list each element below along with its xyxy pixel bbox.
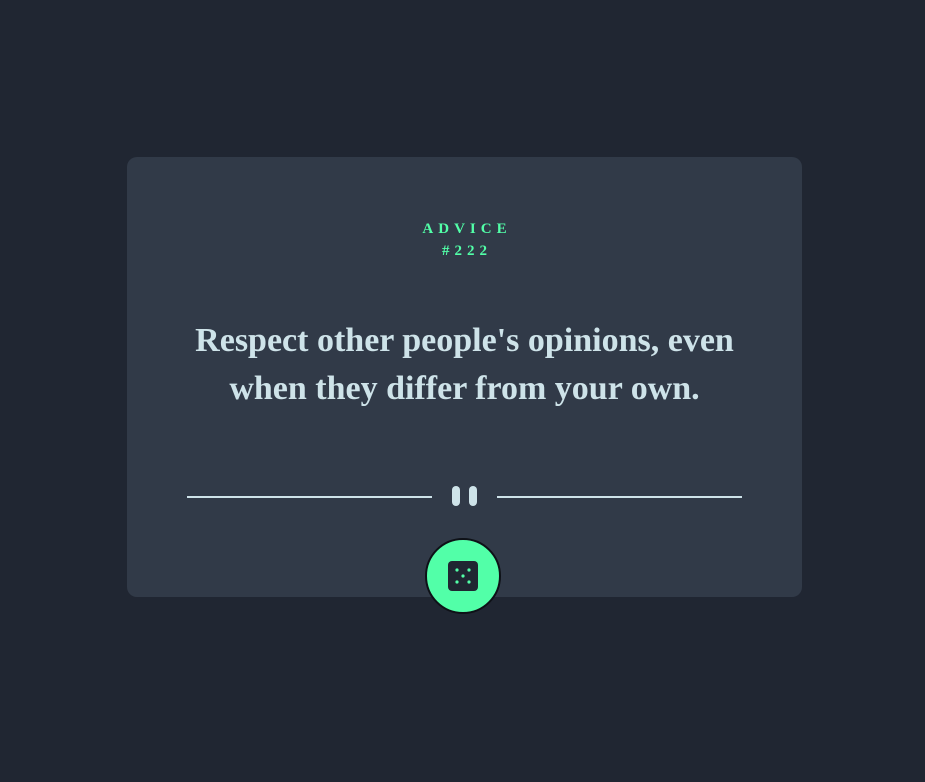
- new-advice-button[interactable]: [425, 538, 501, 614]
- pause-bar-right: [469, 486, 477, 506]
- pause-icon: [452, 486, 477, 506]
- advice-label: ADVICE: [422, 221, 512, 237]
- advice-header: ADVICE #222: [127, 218, 802, 262]
- dice-icon: [448, 561, 478, 591]
- pause-bar-left: [452, 486, 460, 506]
- advice-card: ADVICE #222 Respect other people's opini…: [127, 157, 802, 597]
- advice-number: #222: [442, 243, 492, 259]
- divider: [187, 484, 742, 508]
- divider-line-right: [497, 496, 742, 498]
- advice-text: Respect other people's opinions, even wh…: [195, 322, 734, 407]
- divider-line-left: [187, 496, 432, 498]
